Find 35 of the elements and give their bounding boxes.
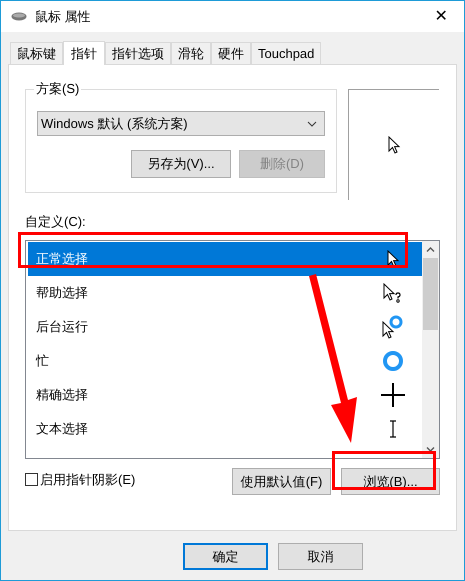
chevron-down-icon (426, 447, 435, 452)
spinner-icon (382, 350, 404, 372)
list-item[interactable]: 正常选择 (26, 242, 422, 276)
list-item[interactable]: 后台运行 (26, 310, 422, 344)
list-item[interactable]: 忙 (26, 344, 422, 378)
list-item[interactable]: 帮助选择 (26, 276, 422, 310)
tab[interactable]: 指针 (63, 41, 105, 65)
help-cursor-icon (383, 283, 403, 303)
scrollbar-thumb[interactable] (423, 258, 438, 330)
chevron-up-icon (426, 247, 435, 252)
checkbox[interactable] (25, 473, 38, 486)
arrow-cursor-icon (388, 136, 400, 154)
mouse-icon (11, 12, 27, 21)
checkbox-label: 启用指针阴影(E) (40, 471, 136, 489)
scrollbar[interactable] (422, 241, 439, 458)
group-label: 方案(S) (34, 81, 82, 97)
list-label: 自定义(C): (25, 214, 87, 230)
busy-arrow-cursor-icon (382, 315, 404, 339)
button[interactable]: 使用默认值(F) (232, 468, 331, 495)
tab[interactable]: 滑轮 (171, 42, 211, 64)
list-item[interactable]: 文本选择 (26, 412, 422, 446)
button[interactable]: 取消 (278, 543, 363, 570)
window-title: 鼠标 属性 (35, 8, 91, 26)
close-button[interactable]: ✕ (428, 4, 454, 30)
button[interactable]: 确定 (183, 543, 268, 570)
list-item[interactable]: 精确选择 (26, 378, 422, 412)
tab[interactable]: 硬件 (211, 42, 251, 64)
tab[interactable]: 鼠标键 (10, 42, 63, 64)
button[interactable]: 另存为(V)... (131, 150, 231, 178)
crosshair-icon (381, 383, 405, 407)
scheme-dropdown[interactable]: Windows 默认 (系统方案) (37, 111, 325, 136)
text-cursor-icon (389, 420, 397, 438)
tab[interactable]: 指针选项 (105, 42, 171, 64)
chevron-down-icon (307, 120, 317, 126)
tab[interactable]: Touchpad (251, 42, 322, 64)
